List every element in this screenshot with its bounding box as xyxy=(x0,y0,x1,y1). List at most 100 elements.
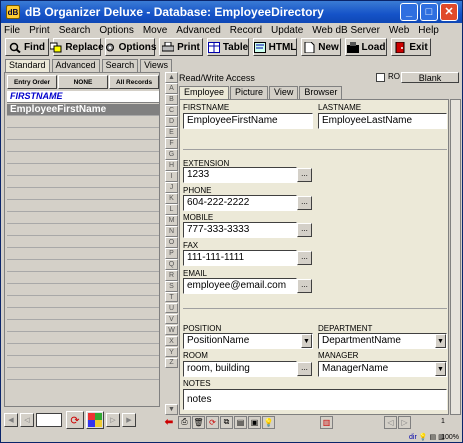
refresh-record-icon[interactable]: ⟳ xyxy=(206,415,219,429)
phone-field[interactable]: 604-222-2222 xyxy=(183,195,297,211)
list-item-selected[interactable]: EmployeeFirstName xyxy=(7,104,159,116)
menu-move[interactable]: Move xyxy=(143,25,167,36)
list-item[interactable] xyxy=(7,164,159,176)
tab-browser[interactable]: Browser xyxy=(299,86,343,99)
lastname-field[interactable]: EmployeeLastName xyxy=(318,113,447,129)
list-item[interactable] xyxy=(7,332,159,344)
copy-record-icon[interactable]: ⧉ xyxy=(220,415,233,429)
letter-e[interactable]: E xyxy=(165,126,178,138)
maximize-button[interactable]: □ xyxy=(420,3,438,21)
export-icon[interactable]: ▥ xyxy=(320,415,333,429)
extension-field[interactable]: 1233 xyxy=(183,167,297,183)
color-grid-icon[interactable] xyxy=(86,411,104,429)
notes-field[interactable]: notes xyxy=(183,389,447,410)
list-item[interactable] xyxy=(7,200,159,212)
letter-h[interactable]: H xyxy=(165,159,178,171)
tab-standard[interactable]: Standard xyxy=(5,59,50,72)
menu-update[interactable]: Update xyxy=(271,25,303,36)
letter-x[interactable]: X xyxy=(165,335,178,347)
manager-select[interactable]: ManagerName xyxy=(318,361,447,377)
load-button[interactable]: Load xyxy=(345,38,387,56)
menu-advanced[interactable]: Advanced xyxy=(176,25,220,36)
close-button[interactable]: ✕ xyxy=(440,3,458,21)
list-item[interactable] xyxy=(7,356,159,368)
manager-dropdown-icon[interactable]: ▼ xyxy=(435,362,446,376)
position-dropdown-icon[interactable]: ▼ xyxy=(301,334,312,348)
tab-picture[interactable]: Picture xyxy=(230,86,269,99)
email-more-button[interactable]: ... xyxy=(297,279,312,293)
letter-n[interactable]: N xyxy=(165,225,178,237)
room-field[interactable]: room, building xyxy=(183,361,297,377)
list-item[interactable] xyxy=(7,116,159,128)
list-column-header[interactable]: FIRSTNAME xyxy=(7,91,159,103)
letter-j[interactable]: J xyxy=(165,181,178,193)
menu-print[interactable]: Print xyxy=(29,25,50,36)
tab-views[interactable]: Views xyxy=(140,59,172,72)
find-button[interactable]: Find xyxy=(5,38,49,56)
save-record-icon[interactable]: ▣ xyxy=(248,415,261,429)
replace-button[interactable]: Replace xyxy=(49,38,104,56)
print-record-icon[interactable]: ⎙ xyxy=(178,415,191,429)
form-scrollbar[interactable] xyxy=(450,99,461,415)
mobile-field[interactable]: 777-333-3333 xyxy=(183,222,297,238)
letter-a[interactable]: A xyxy=(165,82,178,94)
title-bar[interactable]: dB dB Organizer Deluxe - Database: Emplo… xyxy=(1,1,462,23)
record-number-field[interactable] xyxy=(36,413,62,427)
list-item[interactable] xyxy=(7,212,159,224)
list-item[interactable] xyxy=(7,320,159,332)
read-only-checkbox[interactable] xyxy=(376,73,385,82)
letter-r[interactable]: R xyxy=(165,269,178,281)
email-field[interactable]: employee@email.com xyxy=(183,278,297,294)
letter-w[interactable]: W xyxy=(165,324,178,336)
tab-employee[interactable]: Employee xyxy=(179,86,230,99)
mobile-more-button[interactable]: ... xyxy=(297,223,312,237)
menu-web-db-server[interactable]: Web dB Server xyxy=(312,25,380,36)
menu-file[interactable]: File xyxy=(4,25,20,36)
first-record-icon[interactable]: ◀ xyxy=(4,413,18,427)
letter-l[interactable]: L xyxy=(165,203,178,215)
paste-record-icon[interactable]: ▤ xyxy=(234,415,247,429)
list-item[interactable] xyxy=(7,152,159,164)
list-item[interactable] xyxy=(7,188,159,200)
print-button[interactable]: Print xyxy=(159,38,203,56)
prev-page-icon[interactable]: ◁ xyxy=(384,415,397,429)
list-item[interactable] xyxy=(7,368,159,380)
menu-options[interactable]: Options xyxy=(99,25,133,36)
exit-button[interactable]: Exit xyxy=(391,38,431,56)
letter-u[interactable]: U xyxy=(165,302,178,314)
letter-m[interactable]: M xyxy=(165,214,178,226)
menu-search[interactable]: Search xyxy=(59,25,91,36)
letter-s[interactable]: S xyxy=(165,280,178,292)
department-select[interactable]: DepartmentName xyxy=(318,333,447,349)
menu-help[interactable]: Help xyxy=(418,25,439,36)
last-record-icon[interactable]: ▶ xyxy=(122,413,136,427)
firstname-field[interactable]: EmployeeFirstName xyxy=(183,113,313,129)
blank-button[interactable]: Blank xyxy=(401,72,459,83)
record-list[interactable]: EmployeeFirstName xyxy=(7,104,159,404)
letter-q[interactable]: Q xyxy=(165,258,178,270)
fax-field[interactable]: 111-111-1111 xyxy=(183,250,297,266)
letter-z[interactable]: Z xyxy=(165,357,178,369)
list-item[interactable] xyxy=(7,308,159,320)
room-more-button[interactable]: ... xyxy=(297,362,312,376)
tab-search[interactable]: Search xyxy=(101,59,139,72)
letter-v[interactable]: V xyxy=(165,313,178,325)
list-item[interactable] xyxy=(7,260,159,272)
next-record-icon[interactable]: ▷ xyxy=(106,413,120,427)
letter-t[interactable]: T xyxy=(165,291,178,303)
phone-more-button[interactable]: ... xyxy=(297,196,312,210)
department-dropdown-icon[interactable]: ▼ xyxy=(435,334,446,348)
letter-y[interactable]: Y xyxy=(165,346,178,358)
position-select[interactable]: PositionName xyxy=(183,333,313,349)
prev-record-icon[interactable]: ◁ xyxy=(20,413,34,427)
none-button[interactable]: NONE xyxy=(58,75,108,89)
delete-record-icon[interactable]: 🗑 xyxy=(192,415,205,429)
letter-p[interactable]: P xyxy=(165,247,178,259)
menu-web[interactable]: Web xyxy=(389,25,409,36)
tab-view[interactable]: View xyxy=(269,86,299,99)
letter-up-icon[interactable]: ▲ xyxy=(165,72,178,83)
letter-c[interactable]: C xyxy=(165,104,178,116)
refresh-icon[interactable]: ⟳ xyxy=(66,411,84,429)
list-item[interactable] xyxy=(7,344,159,356)
lightbulb-icon[interactable]: 💡 xyxy=(262,415,275,429)
